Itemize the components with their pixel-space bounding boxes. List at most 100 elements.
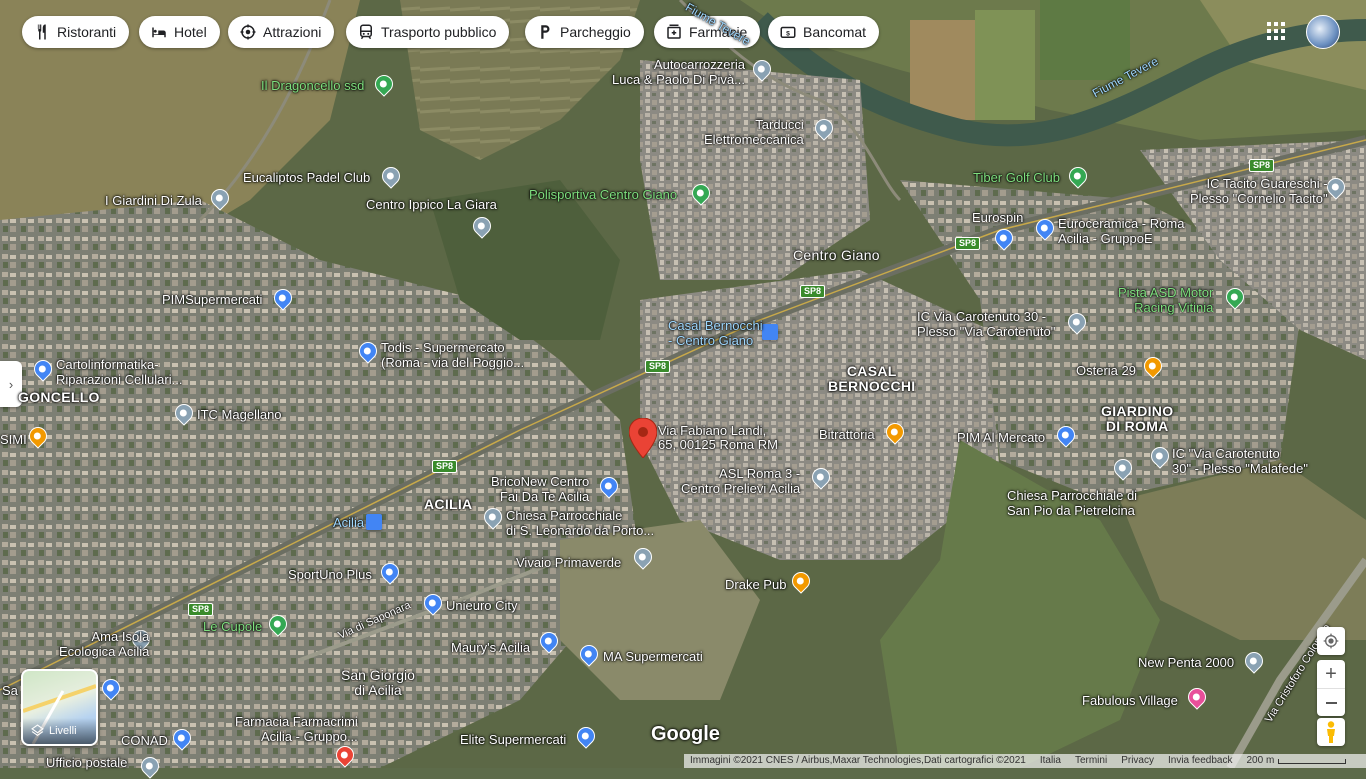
parking-icon bbox=[541, 25, 550, 39]
address-label[interactable]: Via Fabiano Landi, bbox=[658, 423, 766, 438]
road-shield-sp8: SP8 bbox=[1249, 159, 1275, 172]
chip-attrazioni[interactable]: Attrazioni bbox=[228, 16, 335, 48]
compass-icon bbox=[1323, 633, 1339, 649]
area-label: GIARDINO DI ROMA bbox=[1101, 403, 1174, 434]
place-label[interactable]: IC Tacito Guareschi - Plesso "Cornelio T… bbox=[1190, 176, 1328, 206]
place-label[interactable]: Cartolinformatika- Riparazioni Cellulari… bbox=[56, 357, 182, 387]
place-label[interactable]: Tarducci Elettromeccanica bbox=[704, 117, 804, 147]
feedback-link[interactable]: Invia feedback bbox=[1168, 754, 1233, 768]
chip-bancomat[interactable]: $ Bancomat bbox=[768, 16, 880, 48]
transit-station-icon[interactable] bbox=[762, 324, 778, 340]
place-label[interactable]: SIMI bbox=[0, 432, 27, 447]
hotel-icon bbox=[152, 27, 166, 38]
footer-bar: Immagini ©2021 CNES / Airbus,Maxar Techn… bbox=[684, 754, 1366, 768]
road-shield-sp8: SP8 bbox=[432, 460, 458, 473]
place-label[interactable]: Chiesa Parrocchiale di San Pio da Pietre… bbox=[1007, 488, 1137, 518]
svg-text:$: $ bbox=[786, 30, 790, 37]
collapse-panel-icon: › bbox=[8, 376, 14, 392]
chip-parcheggio[interactable]: Parcheggio bbox=[525, 16, 644, 48]
area-label: San Giorgio di Acilia bbox=[341, 667, 415, 698]
zoom-in-icon: + bbox=[1325, 663, 1337, 685]
place-label[interactable]: Fabulous Village bbox=[1082, 693, 1178, 708]
place-label[interactable]: Sa bbox=[2, 683, 18, 698]
zoom-out-button[interactable] bbox=[1317, 689, 1345, 716]
address-pin-icon[interactable] bbox=[629, 418, 657, 458]
place-label[interactable]: Le Cupole bbox=[203, 619, 262, 634]
place-label[interactable]: Autocarrozzeria Luca & Paolo Di Pivà... bbox=[612, 57, 745, 87]
zoom-in-button[interactable]: + bbox=[1317, 660, 1345, 689]
place-label[interactable]: ITC Magellano bbox=[197, 407, 282, 422]
atm-icon: $ bbox=[780, 26, 796, 38]
place-label[interactable]: IC Via Carotenuto 30 - Plesso "Via Carot… bbox=[917, 309, 1055, 339]
layers-label: Livelli bbox=[49, 725, 77, 737]
place-label[interactable]: Todis - Supermercato (Roma - via del Pog… bbox=[381, 340, 524, 370]
place-label[interactable]: I Giardini Di Zula bbox=[105, 193, 202, 208]
place-label[interactable]: Farmacia Farmacrimi Acilia - Gruppo... bbox=[235, 714, 358, 744]
place-label[interactable]: Tiber Golf Club bbox=[973, 170, 1060, 185]
address-label[interactable]: 65, 00125 Roma RM bbox=[658, 437, 778, 452]
avatar[interactable] bbox=[1306, 15, 1340, 49]
transit-station-icon[interactable] bbox=[366, 514, 382, 530]
place-label[interactable]: ASL Roma 3 - Centro Prelievi Acilia bbox=[681, 466, 800, 496]
compass-button[interactable] bbox=[1317, 627, 1345, 655]
place-label[interactable]: MA Supermercati bbox=[603, 649, 703, 664]
road-shield-sp8: SP8 bbox=[955, 237, 981, 250]
place-label[interactable]: New Penta 2000 bbox=[1138, 655, 1234, 670]
privacy-link[interactable]: Privacy bbox=[1121, 754, 1154, 768]
chip-trasporto-pubblico[interactable]: Trasporto pubblico bbox=[346, 16, 510, 48]
place-label[interactable]: Osteria 29 bbox=[1076, 363, 1136, 378]
google-logo: Google bbox=[651, 723, 720, 745]
place-label[interactable]: Unieuro City bbox=[446, 598, 518, 613]
apps-grid-icon[interactable] bbox=[1267, 22, 1285, 40]
place-label[interactable]: Centro Ippico La Giara bbox=[366, 197, 497, 212]
pharmacy-icon bbox=[667, 24, 681, 39]
chip-label: Ristoranti bbox=[57, 24, 117, 40]
place-label[interactable]: Chiesa Parrocchiale di S. Leonardo da Po… bbox=[506, 508, 654, 538]
place-label[interactable]: Pista ASD Motor Racing Vitinia bbox=[1118, 285, 1213, 315]
road-shield-sp8: SP8 bbox=[188, 603, 214, 616]
place-label[interactable]: PIM Al Mercato bbox=[957, 430, 1045, 445]
chip-label: Hotel bbox=[174, 24, 207, 40]
road-shield-sp8: SP8 bbox=[645, 360, 671, 373]
country-link[interactable]: Italia bbox=[1040, 754, 1061, 768]
place-label[interactable]: Il Dragoncello ssd bbox=[261, 78, 364, 93]
zoom-controls: + bbox=[1317, 660, 1345, 716]
zoom-out-icon bbox=[1325, 701, 1337, 704]
layers-button[interactable]: Livelli bbox=[21, 669, 98, 746]
restaurant-icon bbox=[37, 24, 46, 40]
transit-label[interactable]: Casal Bernocchi - Centro Giano bbox=[668, 318, 763, 348]
transit-label[interactable]: Acilia bbox=[333, 515, 364, 530]
scale-label: 200 m bbox=[1246, 755, 1275, 766]
place-label[interactable]: PIMSupermercati bbox=[162, 292, 262, 307]
place-label[interactable]: Drake Pub bbox=[725, 577, 786, 592]
place-label[interactable]: Euroceramica - Roma Acilia - GruppoE bbox=[1058, 216, 1184, 246]
place-label[interactable]: CONAD bbox=[121, 733, 168, 748]
area-label: CASAL BERNOCCHI bbox=[828, 363, 916, 394]
pegman-button[interactable] bbox=[1317, 718, 1345, 746]
scale-line bbox=[1278, 758, 1347, 764]
pegman-icon bbox=[1327, 721, 1335, 743]
place-label[interactable]: Eurospin bbox=[972, 210, 1023, 225]
terms-link[interactable]: Termini bbox=[1075, 754, 1107, 768]
chip-hotel[interactable]: Hotel bbox=[139, 16, 220, 48]
attribution-text: Immagini ©2021 CNES / Airbus,Maxar Techn… bbox=[690, 755, 1026, 766]
place-label[interactable]: SportUno Plus bbox=[288, 567, 372, 582]
place-label[interactable]: Maury's Acilia bbox=[451, 640, 530, 655]
chip-label: Attrazioni bbox=[263, 24, 322, 40]
scale-bar[interactable]: 200 m bbox=[1246, 754, 1347, 768]
chip-label: Trasporto pubblico bbox=[381, 24, 497, 40]
chip-label: Parcheggio bbox=[560, 24, 631, 40]
place-label[interactable]: Eucaliptos Padel Club bbox=[243, 170, 370, 185]
place-label[interactable]: Ama Isola Ecologica Acilia bbox=[59, 629, 149, 659]
attraction-icon bbox=[240, 24, 256, 40]
place-label[interactable]: Vivaio Primaverde bbox=[516, 555, 621, 570]
place-label[interactable]: Elite Supermercati bbox=[460, 732, 566, 747]
chip-ristoranti[interactable]: Ristoranti bbox=[22, 16, 130, 48]
place-label[interactable]: IC "Via Carotenuto 30" - Plesso "Malafed… bbox=[1172, 446, 1308, 476]
area-label: Centro Giano bbox=[793, 247, 880, 263]
place-label[interactable]: Bitrattoria bbox=[819, 427, 875, 442]
place-label[interactable]: Polisportiva Centro Giano bbox=[529, 187, 677, 202]
area-label: GONCELLO bbox=[18, 389, 100, 405]
place-label[interactable]: BricoNew Centro Fai Da Te Acilia bbox=[491, 474, 589, 504]
chip-label: Bancomat bbox=[803, 24, 867, 40]
